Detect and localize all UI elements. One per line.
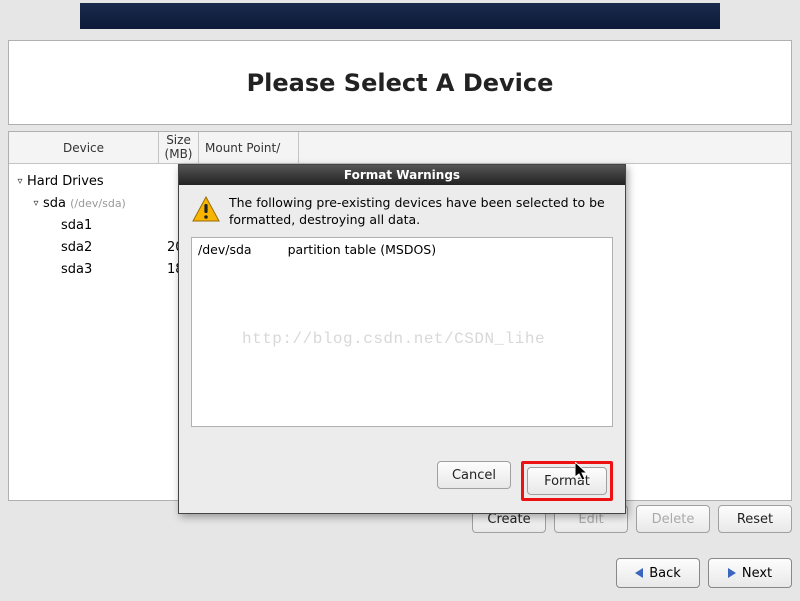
arrow-left-icon: [635, 568, 643, 578]
format-button-highlight: Format: [521, 461, 613, 501]
device-desc: partition table (MSDOS): [288, 242, 437, 257]
title-panel: Please Select A Device: [8, 40, 792, 125]
col-mount[interactable]: Mount Point/: [199, 132, 299, 163]
expander-icon[interactable]: ▿: [29, 198, 43, 209]
nav-buttons: Back Next: [616, 558, 792, 588]
delete-button: Delete: [636, 505, 710, 533]
watermark-text: http://blog.csdn.net/CSDN_lihe: [242, 330, 545, 348]
back-button[interactable]: Back: [616, 558, 700, 588]
col-device[interactable]: Device: [9, 132, 159, 163]
format-device-list[interactable]: /dev/sda partition table (MSDOS) http://…: [191, 237, 613, 427]
col-size[interactable]: Size (MB): [159, 132, 199, 163]
list-item[interactable]: /dev/sda partition table (MSDOS): [198, 242, 606, 257]
cancel-button[interactable]: Cancel: [437, 461, 511, 489]
dialog-buttons: Cancel Format: [191, 461, 613, 501]
installer-top-bar: [80, 3, 720, 29]
page-title: Please Select A Device: [247, 69, 554, 97]
device-path: /dev/sda: [198, 242, 252, 257]
dialog-title: Format Warnings: [179, 165, 625, 185]
arrow-right-icon: [728, 568, 736, 578]
expander-icon[interactable]: ▿: [13, 176, 27, 187]
dialog-message: The following pre-existing devices have …: [229, 195, 613, 229]
format-button[interactable]: Format: [527, 467, 607, 495]
device-path-hint: (/dev/sda): [70, 197, 126, 210]
next-button[interactable]: Next: [708, 558, 792, 588]
reset-button[interactable]: Reset: [718, 505, 792, 533]
table-header: Device Size (MB) Mount Point/: [9, 132, 791, 164]
format-warnings-dialog: Format Warnings The following pre-existi…: [178, 164, 626, 514]
warning-icon: [191, 195, 221, 229]
